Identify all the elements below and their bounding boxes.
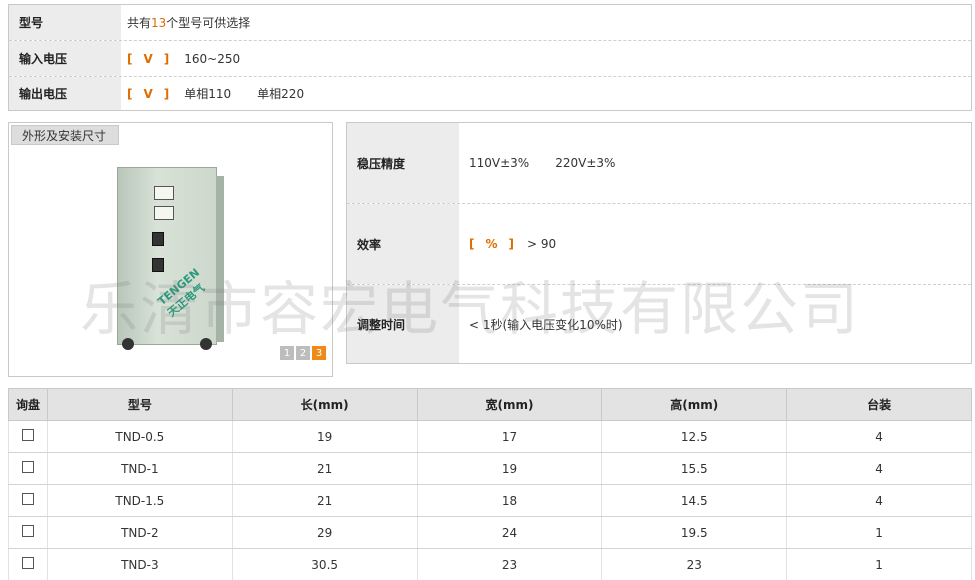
model-value: 共有 13 个型号可供选择	[121, 5, 971, 40]
model-label: 型号	[9, 5, 121, 40]
inquiry-cell	[8, 452, 48, 485]
qty-cell: 1	[786, 548, 972, 580]
length-cell: 21	[231, 452, 418, 485]
model-cell: TND-1	[46, 452, 233, 485]
spec-row-output-voltage: 输出电压 [ V] 单相110 单相220	[9, 77, 971, 110]
voltmeter-icon	[154, 186, 174, 200]
inquiry-checkbox[interactable]	[21, 429, 34, 441]
output-voltage-unit: [ V]	[127, 87, 170, 101]
image-pager: 1 2 3	[280, 346, 326, 360]
pager-1[interactable]: 1	[280, 346, 294, 360]
unit-bracket-open: [	[469, 237, 476, 251]
col-length: 长(mm)	[231, 388, 418, 421]
unit-bracket-open: [	[127, 86, 134, 101]
output-voltage-label: 输出电压	[9, 77, 121, 110]
length-cell: 21	[231, 484, 418, 517]
inquiry-checkbox[interactable]	[21, 557, 34, 569]
length-cell: 29	[231, 516, 418, 549]
model-count: 13	[151, 15, 167, 30]
unit-bracket-close: ]	[163, 86, 171, 101]
height-cell: 15.5	[601, 452, 788, 485]
inquiry-cell	[8, 548, 48, 580]
col-inquiry: 询盘	[8, 388, 48, 421]
length-cell: 19	[231, 420, 418, 453]
inquiry-cell	[8, 484, 48, 517]
accuracy-220: 220V±3%	[555, 156, 616, 170]
output-voltage-1: 单相110	[184, 87, 232, 101]
length-cell: 30.5	[231, 548, 418, 580]
input-voltage-range: 160~250	[184, 51, 241, 66]
model-prefix: 共有	[127, 16, 152, 30]
spec-table: 型号 共有 13 个型号可供选择 输入电压 [ V] 160~250 输出电压 […	[8, 4, 972, 111]
inquiry-checkbox[interactable]	[21, 525, 34, 537]
model-cell: TND-1.5	[46, 484, 233, 517]
width-cell: 24	[416, 516, 603, 549]
col-qty: 台装	[786, 388, 972, 421]
spec-row-model: 型号 共有 13 个型号可供选择	[9, 5, 971, 41]
qty-cell: 4	[786, 484, 972, 517]
inquiry-checkbox[interactable]	[21, 493, 34, 505]
model-suffix: 个型号可供选择	[166, 16, 251, 30]
output-voltage-2: 单相220	[257, 87, 305, 101]
inquiry-cell	[8, 516, 48, 549]
pager-3[interactable]: 3	[312, 346, 326, 360]
unit-bracket-close: ]	[508, 237, 515, 251]
model-cell: TND-3	[46, 548, 233, 580]
switch-icon	[152, 232, 164, 246]
width-cell: 18	[416, 484, 603, 517]
input-voltage-label: 输入电压	[9, 41, 121, 76]
table-header-row: 询盘 型号 长(mm) 宽(mm) 高(mm) 台装	[8, 388, 972, 421]
table-row: TND-3 30.5 23 23 1	[8, 548, 972, 580]
unit-bracket-open: [	[127, 51, 134, 66]
input-voltage-unit: [ V]	[127, 52, 170, 66]
output-voltage-value: [ V] 单相110 单相220	[121, 77, 971, 110]
spec-row-input-voltage: 输入电压 [ V] 160~250	[9, 41, 971, 77]
height-cell: 12.5	[601, 420, 788, 453]
efficiency-unit: [%]	[469, 237, 515, 251]
accuracy-110: 110V±3%	[469, 156, 530, 170]
col-model: 型号	[46, 388, 233, 421]
accuracy-value: 110V±3% 220V±3%	[459, 123, 971, 203]
spec-row-accuracy: 稳压精度 110V±3% 220V±3%	[347, 123, 971, 204]
model-table: 询盘 型号 长(mm) 宽(mm) 高(mm) 台装 TND-0.5 19 17…	[8, 388, 972, 580]
efficiency-number: > 90	[527, 237, 557, 251]
company-watermark: 乐清市容宏电气科技有限公司	[80, 275, 861, 343]
table-row: TND-1.5 21 18 14.5 4	[8, 484, 972, 517]
pager-2[interactable]: 2	[296, 346, 310, 360]
width-cell: 23	[416, 548, 603, 580]
col-height: 高(mm)	[601, 388, 788, 421]
inquiry-checkbox[interactable]	[21, 461, 34, 473]
table-row: TND-0.5 19 17 12.5 4	[8, 420, 972, 453]
inquiry-cell	[8, 420, 48, 453]
width-cell: 17	[416, 420, 603, 453]
unit-symbol: V	[143, 86, 154, 101]
width-cell: 19	[416, 452, 603, 485]
col-width: 宽(mm)	[416, 388, 603, 421]
qty-cell: 4	[786, 420, 972, 453]
qty-cell: 1	[786, 516, 972, 549]
input-voltage-value: [ V] 160~250	[121, 41, 971, 76]
unit-symbol: %	[485, 237, 499, 251]
qty-cell: 4	[786, 452, 972, 485]
voltmeter-icon	[154, 206, 174, 220]
dimension-tab[interactable]: 外形及安装尺寸	[11, 125, 119, 145]
unit-symbol: V	[143, 51, 154, 66]
table-row: TND-1 21 19 15.5 4	[8, 452, 972, 485]
accuracy-label: 稳压精度	[347, 123, 459, 203]
height-cell: 14.5	[601, 484, 788, 517]
height-cell: 23	[601, 548, 788, 580]
height-cell: 19.5	[601, 516, 788, 549]
unit-bracket-close: ]	[163, 51, 171, 66]
model-cell: TND-2	[46, 516, 233, 549]
model-cell: TND-0.5	[46, 420, 233, 453]
table-row: TND-2 29 24 19.5 1	[8, 516, 972, 549]
